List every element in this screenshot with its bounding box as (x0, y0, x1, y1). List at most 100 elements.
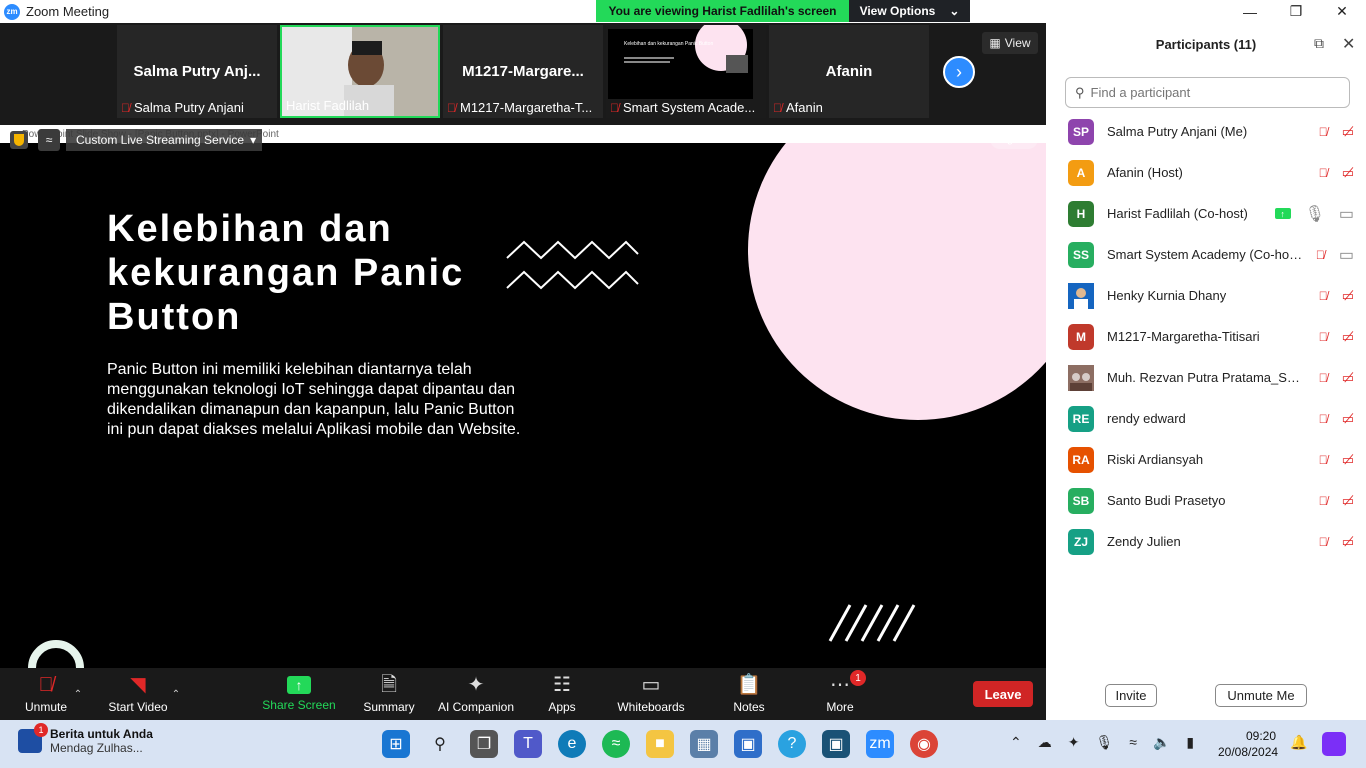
video-tile-afanin[interactable]: Afanin 🎙̸ Afanin (769, 25, 929, 118)
notes-button[interactable]: 📋 Notes (728, 668, 770, 720)
zigzag-decoration (506, 240, 639, 290)
copilot-icon[interactable] (1322, 732, 1346, 756)
avatar: A (1068, 159, 1094, 186)
notes-label: Notes (733, 700, 765, 714)
start-video-button[interactable]: ◥ Start Video (104, 668, 172, 720)
video-tile-smart-system[interactable]: Kelebihan dan kekurangan Panic Button 🎙̸… (606, 25, 766, 118)
task-view-icon[interactable]: ❐ (470, 730, 498, 758)
video-off-icon: ▭̸ (1341, 369, 1354, 385)
zoom-taskbar-icon[interactable]: zm (866, 730, 894, 758)
participant-row[interactable]: Muh. Rezvan Putra Pratama_SM... 🎙̸ ▭̸ (1046, 357, 1366, 398)
stream-label: Custom Live Streaming Service (76, 133, 245, 147)
apps-label: Apps (548, 700, 576, 714)
whiteboards-label: Whiteboards (617, 700, 685, 714)
view-button[interactable]: ▦ View (982, 32, 1038, 54)
participant-row[interactable]: H Harist Fadlilah (Co-host) ↑ 🎙 ▭ (1046, 193, 1366, 234)
participant-row[interactable]: ZJ Zendy Julien 🎙̸ ▭̸ (1046, 521, 1366, 562)
invite-button[interactable]: Invite (1105, 684, 1157, 707)
participant-row[interactable]: A Afanin (Host) 🎙̸ ▭̸ (1046, 152, 1366, 193)
video-tile-salma[interactable]: Salma Putry Anj... 🎙̸ Salma Putry Anjani (117, 25, 277, 118)
avatar: RE (1068, 405, 1094, 432)
tile-big-name: Salma Putry Anj... (133, 63, 261, 80)
news-widget[interactable]: 1 Berita untuk Anda Mendag Zulhas... (18, 723, 153, 755)
whiteboards-button[interactable]: ▭ Whiteboards (614, 668, 688, 720)
wifi-icon[interactable]: ≈ (1129, 734, 1137, 751)
audio-options-caret[interactable]: ⌃ (70, 668, 86, 720)
spotify-icon[interactable]: ≈ (602, 730, 630, 758)
next-page-button[interactable]: › (943, 56, 975, 88)
notes-icon: 📋 (736, 674, 762, 696)
participant-name: rendy edward (1107, 411, 1186, 426)
stream-icon[interactable]: ≈ (38, 129, 60, 151)
restore-button[interactable]: ❐ (1273, 0, 1319, 23)
summary-icon: 🗎 (380, 674, 398, 696)
app-icon[interactable]: ▣ (822, 730, 850, 758)
more-label: More (826, 700, 854, 714)
store-icon[interactable]: ▣ (734, 730, 762, 758)
network-off-icon[interactable]: ☁ (1038, 734, 1052, 751)
taskbar-clock[interactable]: 09:20 20/08/2024 (1218, 728, 1278, 760)
apps-button[interactable]: ☷ Apps (540, 668, 584, 720)
calculator-icon[interactable]: ▦ (690, 730, 718, 758)
participant-row[interactable]: SS Smart System Academy (Co-host) 🎙̸ ▭ (1046, 234, 1366, 275)
participant-search[interactable]: ⚲ (1065, 77, 1350, 108)
clock-time: 09:20 (1245, 729, 1276, 743)
zoom-logo-icon: zm (4, 3, 20, 20)
app-tray-icon[interactable]: ✦ (1068, 734, 1080, 751)
participant-row[interactable]: RE rendy edward 🎙̸ ▭̸ (1046, 398, 1366, 439)
file-explorer-icon[interactable]: ■ (646, 730, 674, 758)
mic-icon: 🎙 (1304, 205, 1325, 223)
slide-title: Kelebihan dan kekurangan Panic Button (107, 208, 465, 338)
news-icon: 1 (18, 723, 48, 753)
chrome-icon[interactable]: ◉ (910, 730, 938, 758)
participant-search-input[interactable] (1090, 85, 1331, 100)
participant-row[interactable]: RA Riski Ardiansyah 🎙̸ ▭̸ (1046, 439, 1366, 480)
search-icon[interactable]: ⚲ (426, 730, 454, 758)
more-badge: 1 (850, 670, 866, 686)
participant-row[interactable]: Henky Kurnia Dhany 🎙̸ ▭̸ (1046, 275, 1366, 316)
participant-name: Salma Putry Anjani (Me) (1107, 124, 1248, 139)
muted-mic-icon: 🎙̸ (1318, 534, 1328, 549)
video-options-caret[interactable]: ⌃ (168, 668, 184, 720)
slash-decoration (828, 604, 916, 642)
video-tile-harist[interactable]: Harist Fadlilah (280, 25, 440, 118)
leave-button[interactable]: Leave (973, 681, 1033, 707)
summary-button[interactable]: 🗎 Summary (360, 668, 418, 720)
volume-icon[interactable]: 🔈 (1153, 734, 1170, 751)
participant-row[interactable]: SP Salma Putry Anjani (Me) 🎙̸ ▭̸ (1046, 111, 1366, 152)
thumb-title: Kelebihan dan kekurangan Panic Button (624, 41, 713, 47)
avatar: M (1068, 323, 1094, 350)
news-subtitle: Mendag Zulhas... (50, 741, 143, 755)
notification-bell-icon[interactable]: 🔔 (1290, 734, 1307, 751)
ai-companion-button[interactable]: ✦ AI Companion (435, 668, 517, 720)
muted-mic-icon: 🎙̸ (1318, 452, 1328, 467)
view-options-button[interactable]: View Options ⌄ (849, 0, 970, 22)
popout-icon[interactable]: ⧉ (1314, 35, 1324, 52)
more-button[interactable]: ⋯ More 1 (820, 668, 866, 720)
battery-icon[interactable]: ▮ (1186, 734, 1194, 751)
participant-row[interactable]: M M1217-Margaretha-Titisari 🎙̸ ▭̸ (1046, 316, 1366, 357)
video-tile-margaretha[interactable]: M1217-Margare... 🎙̸ M1217-Margaretha-T... (443, 25, 603, 118)
shared-screen: PowerPoint Slide Show - [Panic Button.pp… (0, 125, 1046, 668)
close-icon[interactable]: ✕ (1342, 34, 1355, 54)
live-streaming-dropdown[interactable]: Custom Live Streaming Service ▾ (66, 129, 262, 151)
teams-icon[interactable]: T (514, 730, 542, 758)
muted-mic-icon: 🎙̸ (1318, 411, 1328, 426)
sign-in-button[interactable]: Sign in (990, 129, 1038, 149)
windows-start-icon[interactable]: ⊞ (382, 730, 410, 758)
chevron-up-icon[interactable]: ⌃ (1010, 734, 1022, 751)
minimize-button[interactable]: — (1227, 0, 1273, 23)
unmute-me-button[interactable]: Unmute Me (1215, 684, 1307, 707)
tile-label: 🎙̸ M1217-Margaretha-T... (447, 100, 593, 115)
edge-icon[interactable]: e (558, 730, 586, 758)
unmute-button[interactable]: 🎙̸ Unmute (18, 668, 74, 720)
participant-row[interactable]: SB Santo Budi Prasetyo 🎙̸ ▭̸ (1046, 480, 1366, 521)
share-screen-button[interactable]: ↑ Share Screen (262, 668, 336, 720)
tile-big-name: M1217-Margare... (462, 63, 584, 80)
participant-name: Muh. Rezvan Putra Pratama_SM... (1107, 370, 1303, 385)
mic-icon[interactable]: 🎙 (1095, 734, 1113, 751)
whiteboard-icon: ▭ (641, 674, 661, 696)
video-off-icon: ▭̸ (1341, 287, 1354, 303)
close-window-button[interactable]: ✕ (1319, 0, 1365, 23)
help-icon[interactable]: ? (778, 730, 806, 758)
